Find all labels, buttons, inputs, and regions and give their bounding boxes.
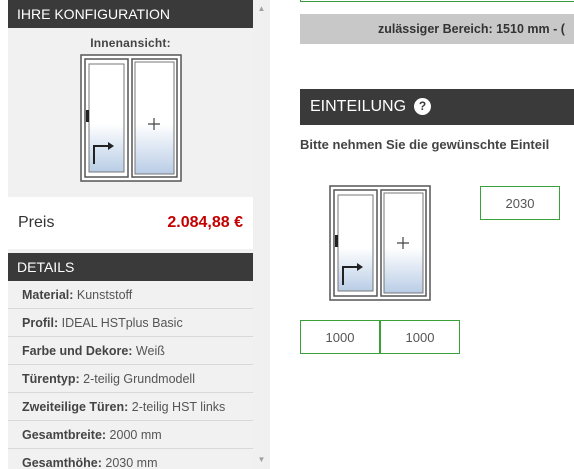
help-icon[interactable]: ? — [414, 98, 432, 115]
width-right-input[interactable] — [380, 320, 460, 354]
details-header: DETAILS — [8, 253, 253, 281]
door-division-diagram — [329, 185, 431, 301]
interior-view-label: Innenansicht: — [90, 36, 171, 50]
detail-two-part-doors: Zweiteilige Türen: 2-teilig HST links — [8, 393, 253, 421]
detail-total-width: Gesamtbreite: 2000 mm — [8, 421, 253, 449]
width-left-input[interactable] — [300, 320, 380, 354]
division-instruction: Bitte nehmen Sie die gewünschte Einteil — [300, 137, 550, 152]
sidebar-scrollbar[interactable]: ▲ ▼ — [253, 0, 270, 469]
price-row: Preis 2.084,88 € — [8, 197, 253, 249]
scroll-up-icon[interactable]: ▲ — [253, 2, 270, 16]
configuration-header: IHRE KONFIGURATION — [8, 0, 253, 28]
door-preview-image — [79, 54, 182, 182]
detail-material: Material: Kunststoff — [8, 281, 253, 309]
price-value: 2.084,88 € — [167, 214, 243, 231]
detail-total-height: Gesamthöhe: 2030 mm — [8, 449, 253, 469]
allowed-range-info: zulässiger Bereich: 1510 mm - ( — [300, 14, 574, 44]
details-list: Material: Kunststoff Profil: IDEAL HSTpl… — [8, 281, 253, 469]
scroll-down-icon[interactable]: ▼ — [253, 453, 270, 467]
interior-view: Innenansicht: — [8, 28, 253, 182]
configuration-sidebar: IHRE KONFIGURATION Innenansicht: Preis 2… — [8, 0, 253, 469]
detail-door-type: Türentyp: 2-teilig Grundmodell — [8, 365, 253, 393]
price-label: Preis — [18, 214, 55, 231]
main-content: zulässiger Bereich: 1510 mm - ( EINTEILU… — [300, 0, 574, 469]
division-title: EINTEILUNG — [310, 98, 407, 115]
width-input-partial[interactable] — [300, 0, 574, 2]
height-input[interactable] — [480, 186, 560, 220]
detail-profile: Profil: IDEAL HSTplus Basic — [8, 309, 253, 337]
division-section-header: EINTEILUNG? — [300, 89, 574, 125]
detail-color: Farbe und Dekore: Weiß — [8, 337, 253, 365]
